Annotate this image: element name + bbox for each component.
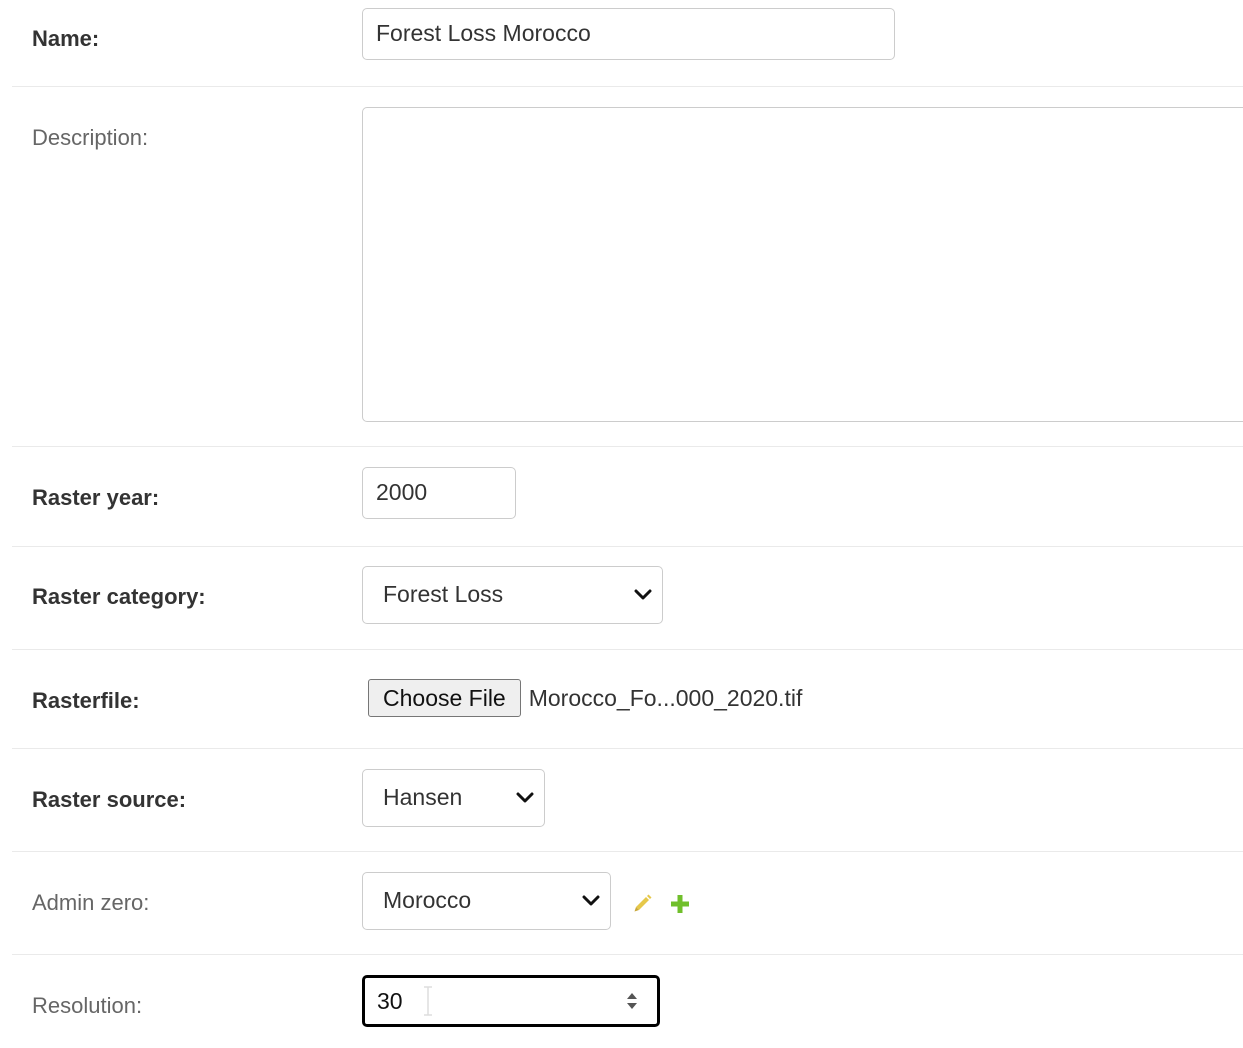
resolution-label: Resolution: [32,993,143,1018]
pencil-icon[interactable] [632,892,654,914]
admin-zero-selected-value: Morocco [383,887,472,913]
raster-source-label: Raster source: [32,787,187,812]
description-textarea[interactable] [362,107,1243,422]
name-row: Name: Forest Loss Morocco [12,0,1243,87]
name-input[interactable]: Forest Loss Morocco [362,8,895,60]
text-cursor-icon [424,986,432,1016]
raster-year-input[interactable]: 2000 [362,467,516,519]
chevron-down-icon [516,792,534,803]
description-label: Description: [32,125,149,150]
raster-category-selected-value: Forest Loss [383,581,504,607]
raster-source-row: Raster source: Hansen [12,749,1243,852]
rasterfile-label: Rasterfile: [32,688,140,713]
raster-source-select[interactable]: Hansen [362,769,545,827]
raster-year-row: Raster year: 2000 [12,447,1243,547]
spinner-icon[interactable] [625,990,639,1012]
chevron-down-icon [634,589,652,600]
description-row: Description: [12,87,1243,447]
rasterfile-control: Choose File Morocco_Fo...000_2020.tif [368,679,802,717]
resolution-row: Resolution: 30 [12,955,1243,1048]
admin-zero-select[interactable]: Morocco [362,872,611,930]
choose-file-button[interactable]: Choose File [368,679,521,717]
plus-icon[interactable] [670,894,690,914]
raster-source-selected-value: Hansen [383,784,463,810]
admin-zero-label: Admin zero: [32,890,150,915]
raster-category-label: Raster category: [32,584,206,609]
raster-category-row: Raster category: Forest Loss [12,547,1243,650]
raster-category-select[interactable]: Forest Loss [362,566,663,624]
admin-zero-row: Admin zero: Morocco [12,852,1243,955]
resolution-input[interactable]: 30 [362,975,660,1027]
name-label: Name: [32,26,100,51]
rasterfile-row: Rasterfile: Choose File Morocco_Fo...000_… [12,650,1243,749]
raster-year-label: Raster year: [32,485,160,510]
selected-file-name: Morocco_Fo...000_2020.tif [528,684,803,711]
chevron-down-icon [582,895,600,906]
resolution-value: 30 [377,988,403,1014]
